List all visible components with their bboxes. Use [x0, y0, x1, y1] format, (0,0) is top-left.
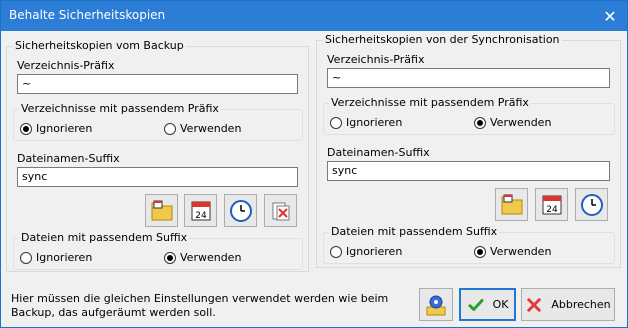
title-bar: Behalte Sicherheitskopien ✕ [1, 1, 627, 31]
backup-files-ignore-label: Ignorieren [36, 251, 93, 264]
radio-unselected-icon [330, 245, 342, 258]
radio-selected-icon [20, 122, 32, 135]
sync-group-title: Sicherheitskopien von der Synchronisatio… [323, 33, 562, 46]
sync-suffix-label: Dateinamen-Suffix [327, 146, 430, 159]
radio-unselected-icon [330, 116, 342, 129]
radio-unselected-icon [164, 122, 176, 135]
settings-button[interactable] [419, 288, 453, 321]
calendar-icon: 24 [191, 201, 210, 221]
window-title: Behalte Sicherheitskopien [9, 8, 166, 22]
gear-settings-icon [426, 295, 446, 315]
backup-suffix-label: Dateinamen-Suffix [17, 152, 120, 165]
backup-files-use-label: Verwenden [180, 251, 242, 264]
backup-dirs-group-title: Verzeichnisse mit passendem Präfix [19, 102, 221, 115]
backup-suffix-input[interactable]: sync [17, 167, 298, 187]
calendar-day-text: 24 [195, 211, 207, 221]
sync-clock-button[interactable] [575, 188, 608, 221]
sync-files-group-title: Dateien mit passendem Suffix [329, 225, 500, 238]
sync-folder-calendar-button[interactable] [495, 188, 528, 221]
radio-selected-icon [474, 245, 486, 258]
radio-selected-icon [164, 251, 176, 264]
backup-dirs-ignore-radio[interactable]: Ignorieren [20, 122, 92, 135]
checkmark-icon [468, 298, 484, 311]
sync-dirs-use-label: Verwenden [490, 116, 552, 129]
backup-dirs-ignore-label: Ignorieren [36, 122, 93, 135]
sync-files-use-radio[interactable]: Verwenden [474, 245, 551, 258]
backup-dirs-use-label: Verwenden [180, 122, 242, 135]
sync-prefix-label: Verzeichnis-Präfix [327, 53, 425, 66]
sync-files-group: Dateien mit passendem Suffix Ignorieren … [323, 225, 615, 264]
calendar-day-text: 24 [546, 205, 558, 215]
ok-label: OK [492, 298, 509, 311]
sync-dirs-ignore-radio[interactable]: Ignorieren [330, 116, 402, 129]
folder-calendar-icon [151, 200, 172, 220]
backup-files-group-title: Dateien mit passendem Suffix [19, 231, 190, 244]
dialog-window: Behalte Sicherheitskopien ✕ Sicherheitsk… [0, 0, 628, 328]
calendar-icon: 24 [542, 195, 561, 215]
backup-dirs-group: Verzeichnisse mit passendem Präfix Ignor… [13, 102, 303, 141]
backup-group: Sicherheitskopien vom Backup Verzeichnis… [6, 39, 309, 272]
sync-group: Sicherheitskopien von der Synchronisatio… [316, 33, 621, 268]
clock-icon [580, 193, 603, 216]
backup-delete-button[interactable] [264, 194, 297, 227]
hint-text: Hier müssen die gleichen Einstellungen v… [11, 292, 389, 319]
folder-calendar-icon [501, 194, 522, 214]
backup-prefix-input[interactable]: ~ [17, 74, 298, 94]
sync-dirs-group-title: Verzeichnisse mit passendem Präfix [329, 96, 531, 109]
sync-dirs-use-radio[interactable]: Verwenden [474, 116, 551, 129]
ok-button[interactable]: OK [459, 288, 516, 321]
sync-files-ignore-radio[interactable]: Ignorieren [330, 245, 402, 258]
backup-files-ignore-radio[interactable]: Ignorieren [20, 251, 92, 264]
delete-files-icon [272, 202, 289, 220]
cancel-label: Abbrechen [551, 298, 611, 311]
sync-files-use-label: Verwenden [490, 245, 552, 258]
sync-dirs-ignore-label: Ignorieren [346, 116, 403, 129]
radio-selected-icon [474, 116, 486, 129]
backup-calendar-button[interactable]: 24 [184, 194, 217, 227]
radio-unselected-icon [20, 251, 32, 264]
backup-files-group: Dateien mit passendem Suffix Ignorieren … [13, 231, 303, 270]
close-button[interactable]: ✕ [599, 5, 621, 27]
backup-clock-button[interactable] [224, 194, 257, 227]
backup-group-title: Sicherheitskopien vom Backup [13, 39, 186, 52]
backup-dirs-use-radio[interactable]: Verwenden [164, 122, 241, 135]
sync-files-ignore-label: Ignorieren [346, 245, 403, 258]
backup-files-use-radio[interactable]: Verwenden [164, 251, 241, 264]
backup-prefix-label: Verzeichnis-Präfix [17, 59, 115, 72]
sync-dirs-group: Verzeichnisse mit passendem Präfix Ignor… [323, 96, 615, 135]
sync-suffix-input[interactable]: sync [327, 161, 610, 181]
close-icon: ✕ [603, 6, 617, 26]
sync-calendar-button[interactable]: 24 [535, 188, 568, 221]
cancel-button[interactable]: Abbrechen [521, 288, 615, 321]
backup-folder-calendar-button[interactable] [145, 194, 178, 227]
clock-icon [229, 199, 252, 222]
cancel-x-icon [527, 297, 542, 312]
sync-prefix-input[interactable]: ~ [327, 68, 610, 88]
